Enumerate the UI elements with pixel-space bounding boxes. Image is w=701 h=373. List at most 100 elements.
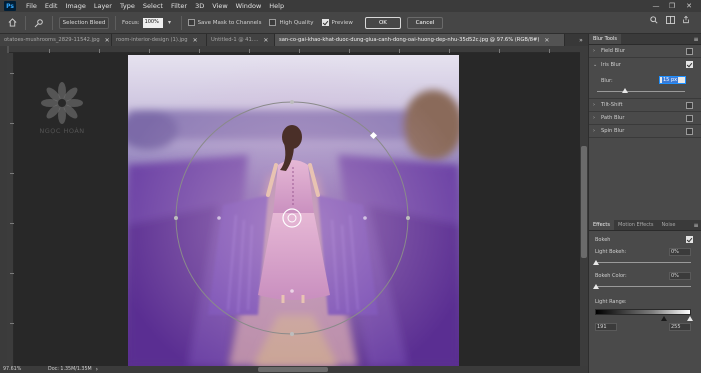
preview-option[interactable]: Preview: [321, 19, 353, 26]
bokeh-color-track[interactable]: [595, 286, 691, 287]
high-quality-label: High Quality: [279, 20, 314, 26]
close-icon[interactable]: ✕: [544, 37, 549, 44]
save-mask-checkbox[interactable]: [187, 19, 195, 26]
chevron-right-icon[interactable]: ›: [593, 128, 601, 134]
field-blur-checkbox[interactable]: [686, 48, 693, 55]
blur-item-path[interactable]: › Path Blur: [589, 112, 701, 125]
chevron-right-icon[interactable]: ›: [593, 102, 601, 108]
scrollbar-thumb[interactable]: [581, 146, 587, 258]
share-icon[interactable]: [680, 15, 692, 29]
iris-blur-settings: Blur: 15 px: [589, 71, 701, 99]
light-bokeh-slider[interactable]: [589, 258, 701, 270]
menu-image[interactable]: Image: [61, 2, 89, 10]
blur-item-tilt-shift[interactable]: › Tilt-Shift: [589, 99, 701, 112]
tilt-shift-checkbox[interactable]: [686, 102, 693, 109]
chevron-right-icon[interactable]: ›: [96, 366, 98, 373]
save-mask-option[interactable]: Save Mask to Channels: [187, 19, 261, 26]
document-size[interactable]: Doc: 1.35M/1.35M: [28, 367, 92, 372]
blur-amount-value: 15 px: [662, 77, 679, 83]
tab-untitled[interactable]: Untitled-1 @ 41.... ✕: [207, 34, 275, 46]
close-icon[interactable]: ✕: [263, 37, 268, 44]
tab-lavender-photo[interactable]: san-co-gai-khao-khat-duoc-dung-giua-canh…: [275, 34, 565, 46]
bokeh-color-input[interactable]: 0%: [669, 272, 691, 280]
light-bokeh-track[interactable]: [595, 262, 691, 263]
menu-view[interactable]: View: [208, 2, 231, 10]
tab-label: otatoes-mushrooms_2829-11542.jpg: [4, 37, 100, 43]
tab-overflow-icon[interactable]: »: [574, 34, 588, 46]
document-tabs: otatoes-mushrooms_2829-11542.jpg ✕ room-i…: [0, 34, 588, 46]
light-bokeh-knob[interactable]: [593, 260, 599, 265]
watermark-text: NGỌC HOÀN: [39, 127, 85, 135]
tab-potatoes[interactable]: otatoes-mushrooms_2829-11542.jpg ✕: [0, 34, 112, 46]
document-image[interactable]: [128, 55, 459, 366]
bokeh-checkbox[interactable]: [686, 236, 693, 243]
close-window-icon[interactable]: ✕: [682, 0, 696, 12]
light-range-low-knob[interactable]: [661, 316, 667, 321]
menu-file[interactable]: File: [22, 2, 41, 10]
light-range-low-input[interactable]: 191: [595, 323, 617, 331]
preview-label: Preview: [331, 20, 353, 26]
bokeh-color-slider[interactable]: [589, 282, 701, 296]
close-icon[interactable]: ✕: [193, 37, 198, 44]
tab-noise[interactable]: Noise: [658, 220, 680, 230]
blur-item-label: Path Blur: [601, 115, 625, 121]
pin-tool-icon[interactable]: [32, 16, 46, 30]
focus-input[interactable]: 100%: [142, 17, 163, 28]
chevron-down-icon[interactable]: ▾: [165, 16, 175, 30]
chevron-right-icon[interactable]: ›: [593, 48, 601, 54]
ok-button[interactable]: OK: [364, 16, 401, 29]
tab-room-interior[interactable]: room-interior-design (1).jpg ✕: [112, 34, 207, 46]
zoom-level[interactable]: 97.61%: [0, 367, 28, 372]
tab-effects[interactable]: Effects: [589, 220, 614, 230]
menu-type[interactable]: Type: [116, 2, 139, 10]
menu-3d[interactable]: 3D: [191, 2, 208, 10]
blur-slider-knob[interactable]: [622, 88, 628, 93]
light-range-control[interactable]: 191 255: [589, 308, 701, 334]
horizontal-scrollbar-thumb[interactable]: [258, 367, 328, 372]
blur-tools-panel: Blur Tools ≡ › Field Blur ⌄ Iris Blur Bl…: [588, 34, 701, 373]
blur-item-iris[interactable]: ⌄ Iris Blur: [589, 58, 701, 71]
iris-handle-top: [290, 100, 294, 104]
light-range-gradient[interactable]: [595, 309, 691, 315]
search-icon[interactable]: [648, 15, 660, 29]
menu-layer[interactable]: Layer: [90, 2, 116, 10]
vertical-scrollbar[interactable]: [580, 46, 588, 366]
path-blur-checkbox[interactable]: [686, 115, 693, 122]
workspace-icon[interactable]: [664, 15, 676, 29]
spin-blur-checkbox[interactable]: [686, 128, 693, 135]
bokeh-color-row: Bokeh Color: 0%: [589, 270, 701, 282]
menu-window[interactable]: Window: [232, 2, 266, 10]
menu-help[interactable]: Help: [265, 2, 288, 10]
panel-menu-icon[interactable]: ≡: [691, 220, 701, 230]
panel-tab-strip: Blur Tools ≡: [589, 34, 701, 45]
tab-label: room-interior-design (1).jpg: [116, 37, 188, 43]
blur-amount-input[interactable]: 15 px: [659, 76, 686, 84]
iris-blur-checkbox[interactable]: [686, 61, 693, 68]
light-range-high-knob[interactable]: [687, 316, 693, 321]
restore-icon[interactable]: ❐: [665, 0, 679, 12]
selection-bleed-button[interactable]: Selection Bleed: [59, 16, 109, 29]
light-bokeh-input[interactable]: 0%: [669, 248, 691, 256]
home-icon[interactable]: [5, 16, 19, 30]
canvas-workspace[interactable]: NGỌC HOÀN: [14, 53, 580, 366]
blur-item-spin[interactable]: › Spin Blur: [589, 125, 701, 138]
tab-motion-effects[interactable]: Motion Effects: [614, 220, 658, 230]
bokeh-color-knob[interactable]: [593, 284, 599, 289]
menu-filter[interactable]: Filter: [167, 2, 191, 10]
close-icon[interactable]: ✕: [105, 37, 110, 44]
blur-item-field[interactable]: › Field Blur: [589, 45, 701, 58]
cancel-button[interactable]: Cancel: [406, 16, 443, 29]
chevron-right-icon[interactable]: ›: [593, 115, 601, 121]
panel-menu-icon[interactable]: ≡: [691, 34, 701, 44]
menu-edit[interactable]: Edit: [41, 2, 62, 10]
tab-blur-tools[interactable]: Blur Tools: [589, 34, 621, 44]
light-range-high-input[interactable]: 255: [669, 323, 691, 331]
blur-slider-track[interactable]: [597, 91, 685, 92]
divider: [52, 15, 53, 30]
high-quality-checkbox[interactable]: [269, 19, 277, 26]
menu-select[interactable]: Select: [139, 2, 167, 10]
chevron-down-icon[interactable]: ⌄: [593, 62, 601, 68]
high-quality-option[interactable]: High Quality: [269, 19, 314, 26]
minimize-icon[interactable]: —: [649, 0, 663, 12]
preview-checkbox[interactable]: [321, 19, 329, 26]
